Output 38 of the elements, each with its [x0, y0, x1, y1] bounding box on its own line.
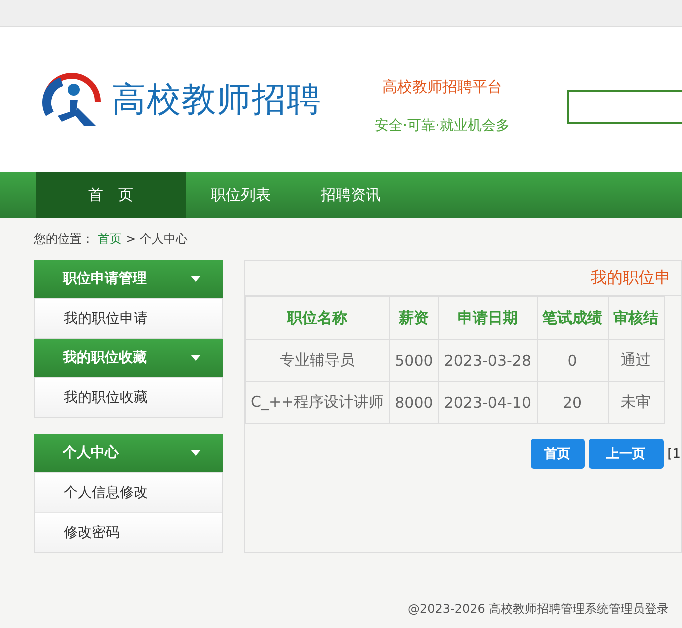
table-cell: 通过	[608, 340, 664, 382]
breadcrumb-current: 个人中心	[140, 230, 188, 248]
column-header: 审核结	[608, 296, 664, 340]
page-indicator: [1	[668, 446, 681, 462]
nav-tab[interactable]: 招聘资讯	[296, 172, 406, 218]
sidebar-group-header[interactable]: 职位申请管理	[34, 260, 223, 298]
table-cell: C_++程序设计讲师	[246, 382, 390, 424]
copyright-text: @2023-2026 高校教师招聘管理系统	[408, 601, 610, 618]
site-title: 高校教师招聘	[112, 78, 322, 122]
breadcrumb-separator: >	[126, 232, 136, 246]
breadcrumb-link[interactable]: 首页	[98, 230, 122, 248]
caret-icon	[191, 355, 201, 361]
admin-login-link[interactable]: 管理员登录	[609, 601, 670, 618]
nav-tab[interactable]: 职位列表	[186, 172, 296, 218]
column-header: 申请日期	[438, 296, 537, 340]
breadcrumb-label: 您的位置：	[34, 230, 94, 248]
caret-icon	[191, 450, 201, 456]
caret-icon	[191, 276, 201, 282]
table-cell: 未审	[608, 382, 664, 424]
table-cell: 5000	[390, 340, 439, 382]
column-header: 薪资	[390, 296, 439, 340]
table-cell: 0	[537, 340, 608, 382]
panel-title: 我的职位申	[591, 268, 671, 288]
table-cell: 20	[537, 382, 608, 424]
pager-button[interactable]: 上一页	[588, 439, 664, 469]
sidebar-group-header[interactable]: 个人中心	[34, 434, 223, 472]
slogan: 高校教师招聘平台	[382, 78, 502, 97]
column-header: 职位名称	[246, 296, 390, 340]
table-cell: 8000	[390, 382, 439, 424]
table-cell: 2023-03-28	[438, 340, 537, 382]
pager-button[interactable]: 首页	[530, 439, 585, 469]
table-cell: 2023-04-10	[438, 382, 537, 424]
table-cell: 专业辅导员	[246, 340, 390, 382]
nav-tab[interactable]: 首 页	[36, 172, 186, 218]
sidebar-group-header[interactable]: 我的职位收藏	[34, 339, 223, 377]
logo-icon	[40, 72, 102, 128]
column-header: 笔试成绩	[537, 296, 608, 340]
tagline: 安全·可靠·就业机会多	[375, 117, 510, 135]
